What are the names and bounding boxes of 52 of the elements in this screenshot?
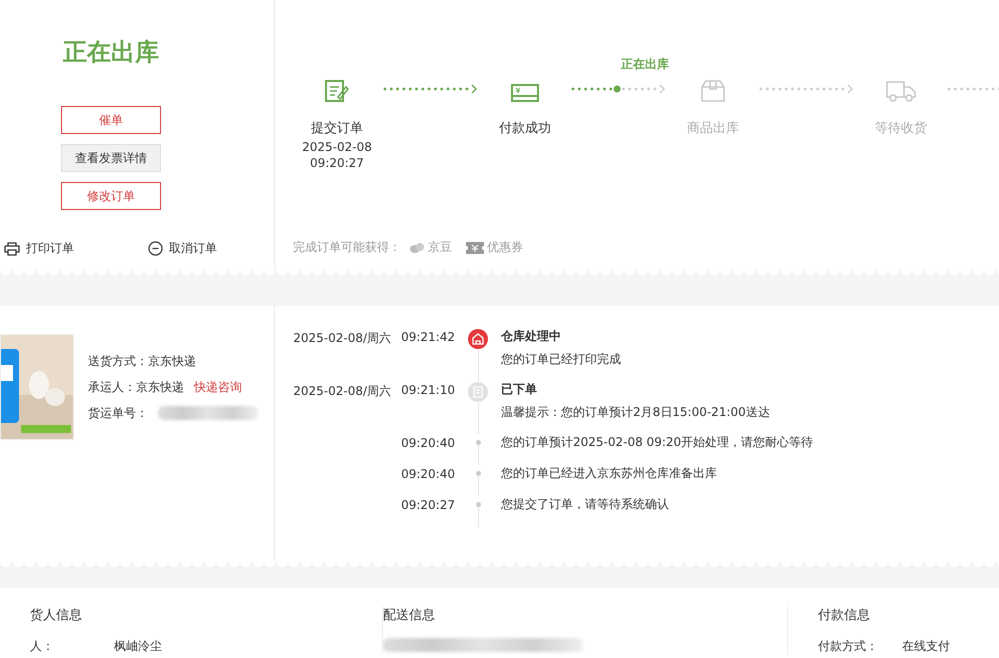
tracking-time: 09:21:10 bbox=[401, 383, 455, 397]
step-timestamp: 2025-02-08 09:20:27 bbox=[302, 139, 372, 172]
order-action-button[interactable]: 催单 bbox=[61, 106, 161, 134]
info-value: 枫岫泠尘 bbox=[114, 638, 162, 655]
timeline-dot bbox=[476, 502, 480, 507]
step-label: 商品出库 bbox=[687, 120, 739, 137]
info-section-title: 付款信息 bbox=[818, 607, 871, 624]
shipment-field: 承运人：京东快递 bbox=[88, 378, 184, 396]
order-status-title: 正在出库 bbox=[63, 37, 160, 68]
step-label: 提交订单 bbox=[311, 120, 363, 137]
tracking-message: 您的订单预计2025-02-08 09:20开始处理，请您耐心等待 bbox=[501, 434, 814, 451]
tracking-title: 已下单 bbox=[501, 381, 538, 398]
shipment-field: 送货方式：京东快递 bbox=[88, 352, 196, 370]
order-action-button[interactable]: 修改订单 bbox=[61, 182, 161, 210]
reward-item: 优惠券 bbox=[466, 239, 523, 256]
step-label: 付款成功 bbox=[499, 120, 551, 137]
invoice-details-button[interactable]: 查看发票详情 bbox=[61, 144, 161, 172]
courier-inquiry-link[interactable]: 快递咨询 bbox=[194, 378, 242, 396]
rewards-label: 完成订单可能获得： bbox=[293, 239, 401, 256]
tracking-time: 09:20:27 bbox=[401, 498, 455, 512]
box-icon bbox=[700, 80, 726, 102]
info-label: 人： bbox=[30, 638, 55, 655]
info-section-title: 货人信息 bbox=[30, 607, 83, 624]
tracking-message: 您提交了订单，请等待系统确认 bbox=[501, 496, 669, 513]
tracking-time: 09:20:40 bbox=[401, 467, 455, 481]
warehouse-icon bbox=[467, 328, 489, 350]
order-link[interactable]: 取消订单 bbox=[148, 240, 217, 257]
reward-item: 京豆 bbox=[409, 239, 452, 256]
order-link[interactable]: 打印订单 bbox=[4, 240, 74, 257]
info-value: 在线支付 bbox=[902, 638, 950, 655]
tracking-time: 09:20:40 bbox=[401, 436, 455, 450]
tracking-title: 仓库处理中 bbox=[501, 328, 562, 345]
tracking-time: 09:21:42 bbox=[401, 330, 455, 344]
coupon-icon bbox=[466, 242, 484, 254]
timeline-dot bbox=[476, 440, 480, 445]
tracking-message: 您的订单已经打印完成 bbox=[501, 351, 621, 368]
step-label: 等待收货 bbox=[875, 120, 927, 137]
info-label: 付款方式： bbox=[818, 638, 879, 655]
minus-circle-icon bbox=[148, 241, 163, 256]
form-icon bbox=[325, 80, 349, 102]
shipment-field: 货运单号： bbox=[88, 404, 148, 422]
tracking-date: 2025-02-08/周六 bbox=[293, 331, 391, 345]
tracking-message: 您的订单已经进入京东苏州仓库准备出库 bbox=[501, 465, 717, 482]
card-icon bbox=[511, 84, 539, 102]
timeline-dot bbox=[476, 471, 480, 476]
bean-icon bbox=[409, 242, 425, 254]
info-section-title: 配送信息 bbox=[383, 607, 436, 624]
truck-icon bbox=[886, 80, 916, 102]
tracking-message: 温馨提示：您的订单预计2月8日15:00-21:00送达 bbox=[501, 404, 770, 421]
tracking-date: 2025-02-08/周六 bbox=[293, 384, 391, 398]
printer-icon bbox=[4, 242, 20, 256]
progress-label: 正在出库 bbox=[621, 57, 669, 71]
